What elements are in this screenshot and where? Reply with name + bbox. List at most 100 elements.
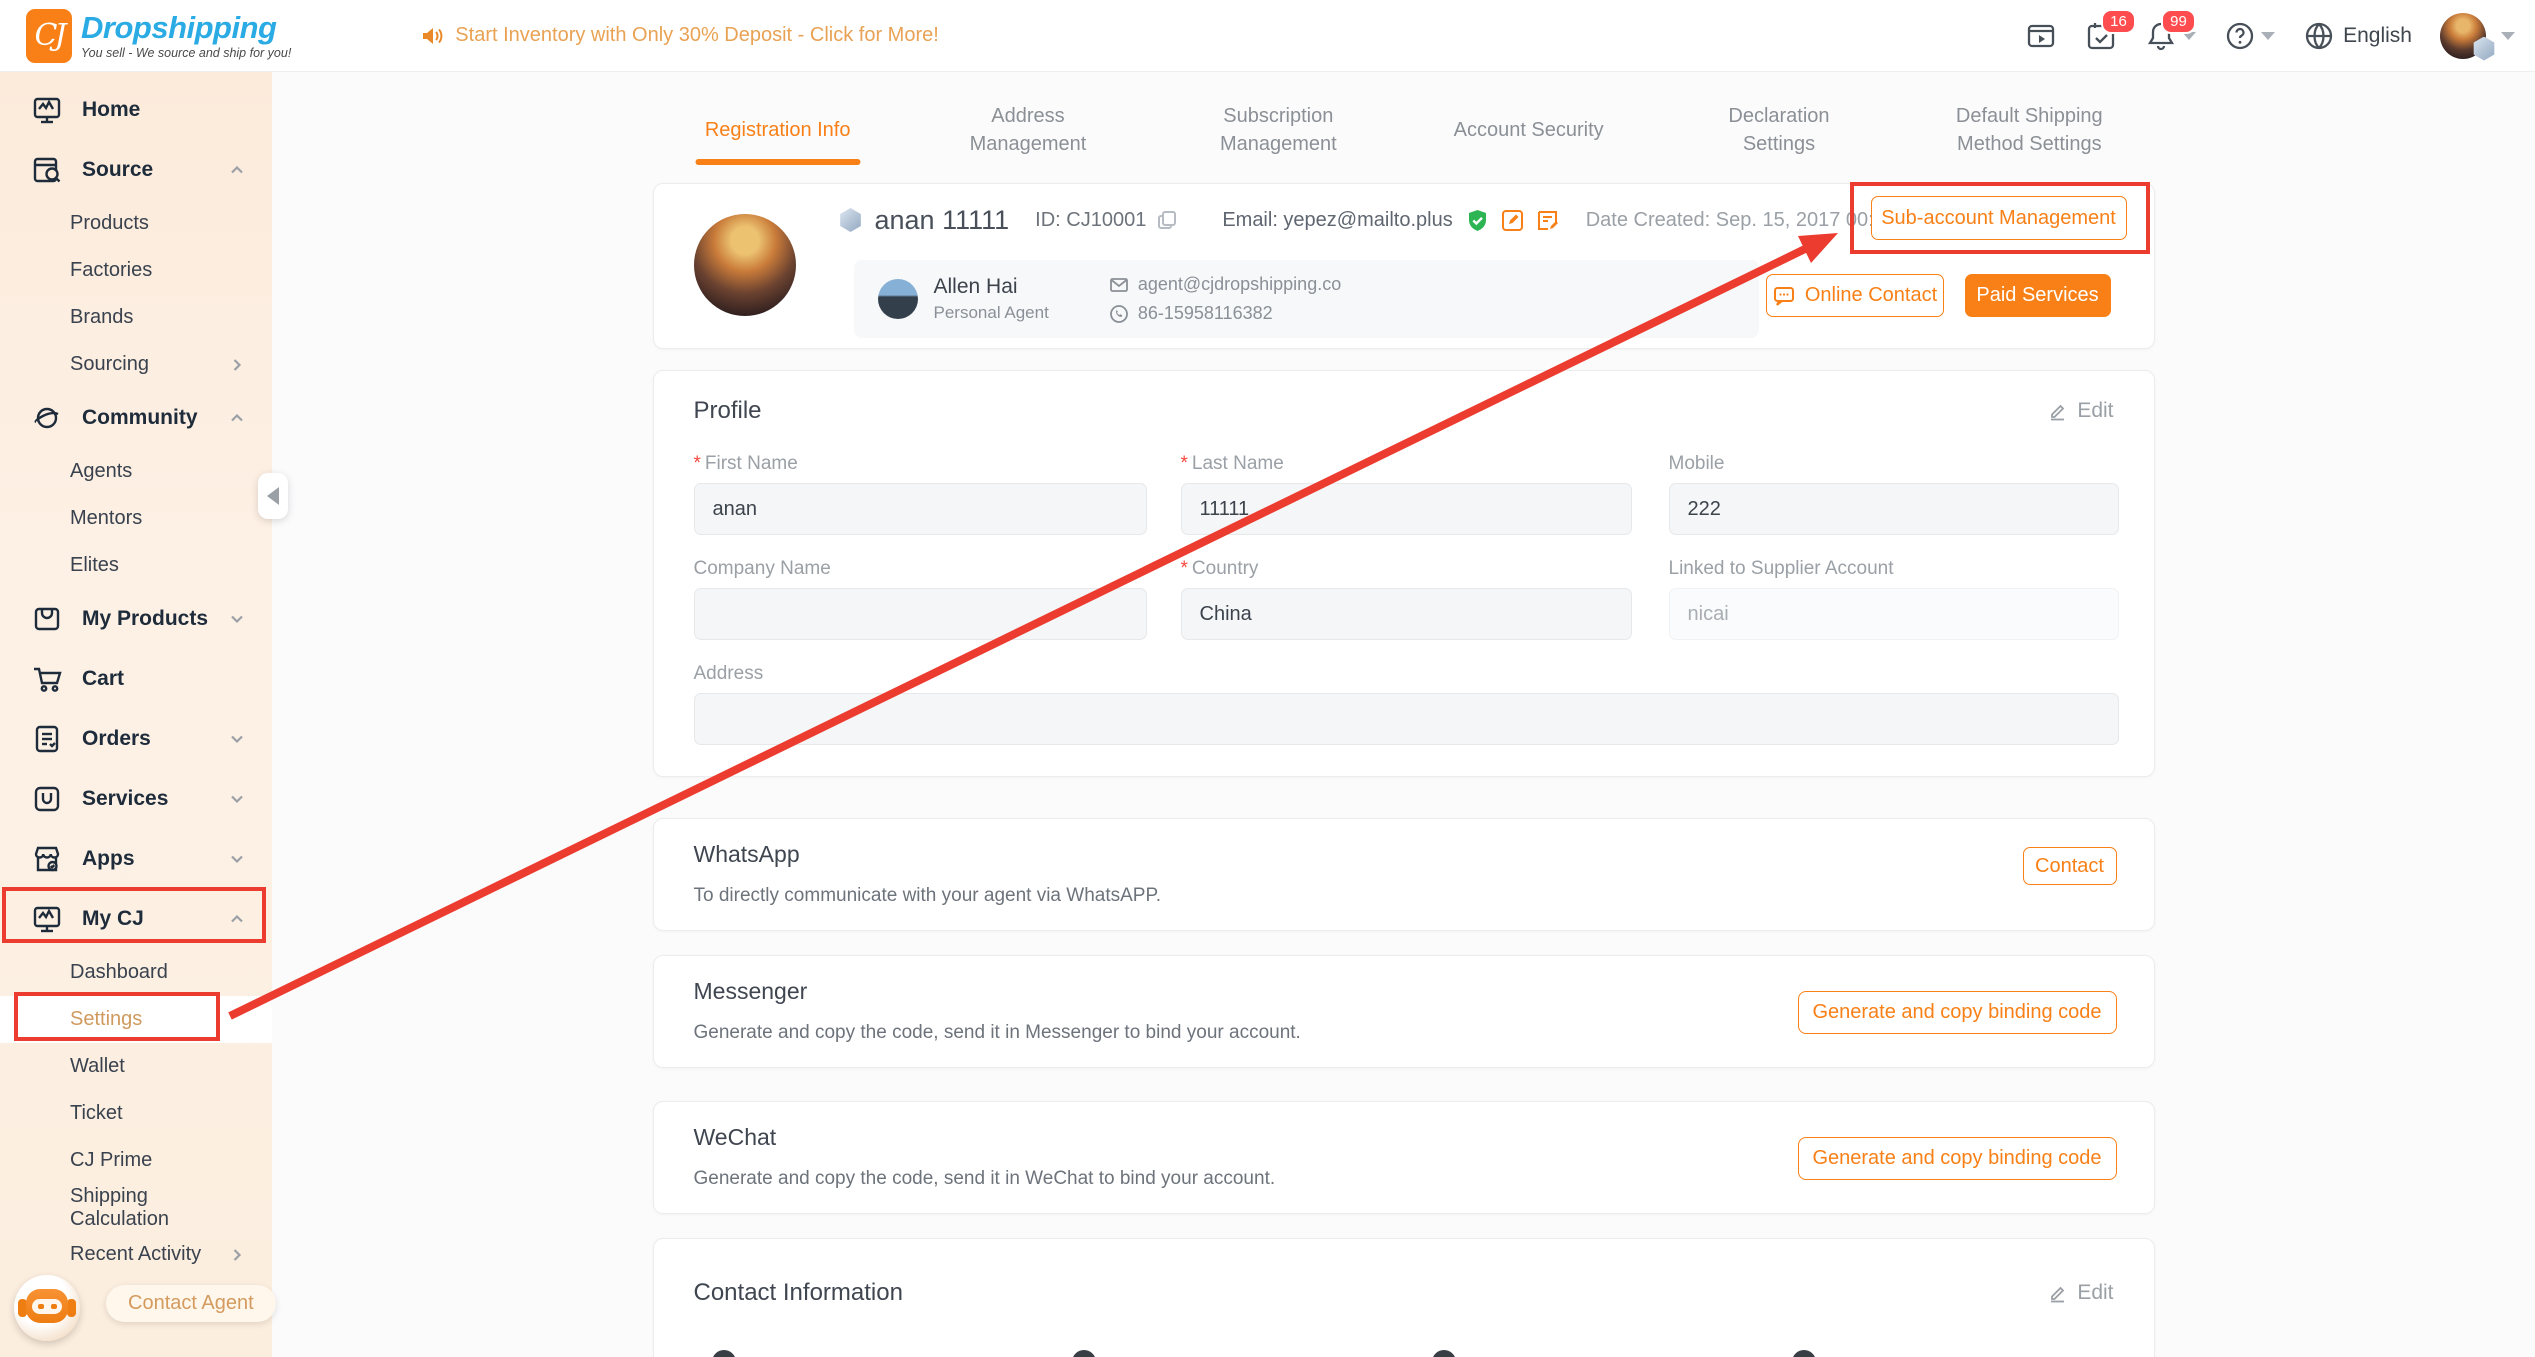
first-name-input[interactable] [694, 483, 1147, 535]
online-contact-button[interactable]: Online Contact [1766, 274, 1944, 317]
sidebar-item-agents[interactable]: Agents [0, 448, 272, 495]
notifications-icon[interactable]: 99 [2145, 20, 2196, 52]
announcement-banner[interactable]: Start Inventory with Only 30% Deposit - … [419, 23, 939, 49]
profile-title: Profile [694, 397, 762, 425]
sidebar-item-recent-activity[interactable]: Recent Activity [0, 1231, 272, 1278]
contact-method-icon [1432, 1350, 1456, 1357]
contact-agent-button[interactable]: Contact Agent [106, 1285, 276, 1322]
bag-icon [30, 602, 64, 636]
community-icon [30, 401, 64, 435]
user-id: ID: CJ10001 [1035, 209, 1146, 232]
profile-edit-button[interactable]: Edit [2047, 399, 2113, 423]
contact-information-title: Contact Information [694, 1279, 903, 1307]
whatsapp-desc: To directly communicate with your agent … [694, 885, 1161, 907]
chevron-right-icon [226, 354, 248, 376]
edit-email-icon[interactable] [1500, 208, 1525, 233]
my-cj-icon [30, 902, 64, 936]
user-name: anan 11111 [875, 205, 1010, 236]
tab-registration-info[interactable]: Registration Info [653, 97, 903, 163]
pen-icon [2047, 400, 2069, 422]
sidebar-item-cart[interactable]: Cart [0, 649, 272, 709]
tab-address-management[interactable]: Address Management [903, 97, 1153, 163]
sidebar-item-apps[interactable]: Apps [0, 829, 272, 889]
sidebar-item-dashboard[interactable]: Dashboard [0, 949, 272, 996]
sidebar: Home Source Products Factories Brands So… [0, 72, 272, 1357]
mobile-label: Mobile [1669, 453, 2119, 475]
settings-tabs: Registration Info Address Management Sub… [653, 97, 2155, 163]
sub-account-management-button[interactable]: Sub-account Management [1871, 196, 2127, 240]
whatsapp-card: WhatsApp To directly communicate with yo… [653, 818, 2155, 931]
paid-services-button[interactable]: Paid Services [1965, 274, 2111, 317]
agent-avatar [878, 279, 918, 319]
company-name-input[interactable] [694, 588, 1147, 640]
messenger-card: Messenger Generate and copy the code, se… [653, 955, 2155, 1068]
country-input[interactable] [1181, 588, 1632, 640]
user-avatar[interactable] [694, 214, 796, 316]
tab-default-shipping-method-settings[interactable]: Default Shipping Method Settings [1904, 97, 2154, 163]
sidebar-collapse-handle[interactable] [258, 473, 288, 519]
sidebar-item-cj-prime[interactable]: CJ Prime [0, 1137, 272, 1184]
help-icon[interactable] [2224, 20, 2275, 52]
agent-name: Allen Hai [934, 275, 1049, 299]
sidebar-item-sourcing[interactable]: Sourcing [0, 341, 272, 388]
agent-panel: Allen Hai Personal Agent agent@cjdropshi… [854, 260, 1759, 338]
sidebar-item-source[interactable]: Source [0, 140, 272, 200]
address-input[interactable] [694, 693, 2119, 745]
chevron-up-icon [226, 159, 248, 181]
user-menu[interactable] [2440, 11, 2515, 61]
linked-supplier-input [1669, 588, 2119, 640]
chat-icon [1772, 284, 1796, 308]
language-selector[interactable]: English [2303, 20, 2412, 52]
chevron-down-icon [226, 728, 248, 750]
sidebar-item-brands[interactable]: Brands [0, 294, 272, 341]
video-tutorials-icon[interactable] [2025, 20, 2057, 52]
mobile-input[interactable] [1669, 483, 2119, 535]
agent-phone: 86-15958116382 [1138, 303, 1273, 324]
envelope-icon [1109, 275, 1129, 295]
collapse-arrow-icon [267, 487, 279, 505]
sidebar-item-home[interactable]: Home [0, 80, 272, 140]
speaker-icon [419, 23, 445, 49]
contact-method-icon [712, 1350, 736, 1357]
chevron-down-icon [226, 788, 248, 810]
agent-email: agent@cjdropshipping.co [1138, 274, 1341, 295]
sidebar-item-my-products[interactable]: My Products [0, 589, 272, 649]
messenger-desc: Generate and copy the code, send it in M… [694, 1022, 1301, 1044]
sidebar-item-services[interactable]: Services [0, 769, 272, 829]
tasks-icon[interactable]: 16 [2085, 20, 2117, 52]
sidebar-item-my-cj[interactable]: My CJ [0, 889, 272, 949]
apps-icon [30, 842, 64, 876]
globe-icon [2303, 20, 2335, 52]
last-name-input[interactable] [1181, 483, 1632, 535]
chevron-down-icon [226, 608, 248, 630]
source-icon [30, 153, 64, 187]
sidebar-item-shipping-calculation[interactable]: Shipping Calculation [0, 1184, 272, 1231]
logo-monogram: CJ [35, 18, 64, 53]
document-edit-icon[interactable] [1535, 208, 1560, 233]
tab-declaration-settings[interactable]: Declaration Settings [1654, 97, 1904, 163]
contact-information-edit-button[interactable]: Edit [2047, 1281, 2113, 1305]
announcement-text: Start Inventory with Only 30% Deposit - … [455, 24, 939, 47]
sidebar-item-wallet[interactable]: Wallet [0, 1043, 272, 1090]
sidebar-item-elites[interactable]: Elites [0, 542, 272, 589]
sidebar-item-factories[interactable]: Factories [0, 247, 272, 294]
sidebar-item-orders[interactable]: Orders [0, 709, 272, 769]
sidebar-item-mentors[interactable]: Mentors [0, 495, 272, 542]
messenger-generate-button[interactable]: Generate and copy binding code [1798, 991, 2117, 1034]
sidebar-item-community[interactable]: Community [0, 388, 272, 448]
contact-method-icon [1792, 1350, 1816, 1357]
logo[interactable]: CJ Dropshipping You sell - We source and… [26, 9, 291, 63]
tab-subscription-management[interactable]: Subscription Management [1153, 97, 1403, 163]
wechat-generate-button[interactable]: Generate and copy binding code [1798, 1137, 2117, 1180]
tab-account-security[interactable]: Account Security [1403, 97, 1653, 163]
contact-method-icon [1072, 1350, 1096, 1357]
whatsapp-contact-button[interactable]: Contact [2023, 847, 2117, 885]
sidebar-item-settings[interactable]: Settings [0, 996, 272, 1043]
contact-agent-robot-icon[interactable] [14, 1275, 80, 1341]
copy-icon[interactable] [1156, 209, 1178, 231]
brand-name: Dropshipping [81, 12, 291, 43]
top-navbar: CJ Dropshipping You sell - We source and… [0, 0, 2535, 72]
sidebar-item-products[interactable]: Products [0, 200, 272, 247]
agent-role: Personal Agent [934, 303, 1049, 323]
sidebar-item-ticket[interactable]: Ticket [0, 1090, 272, 1137]
